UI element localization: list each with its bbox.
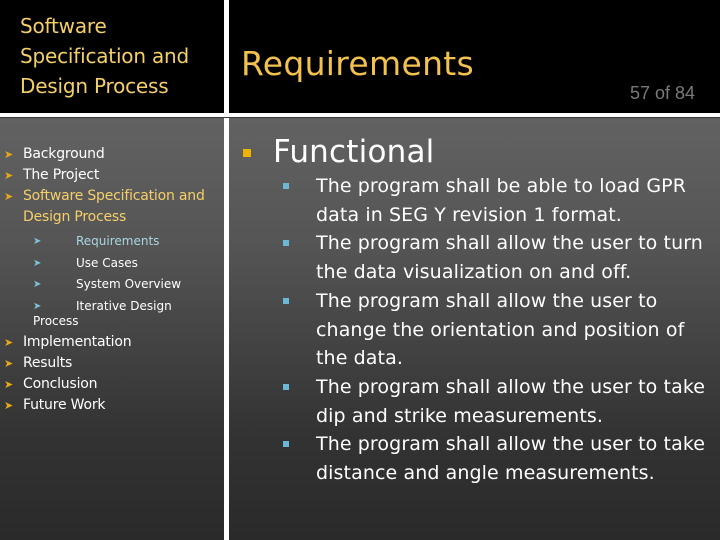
square-bullet-icon xyxy=(283,383,289,390)
arrow-bullet-icon: ➤ xyxy=(4,169,14,182)
square-bullet-icon xyxy=(283,183,289,189)
arrow-bullet-icon: ➤ xyxy=(33,236,42,247)
outline-nav: ➤ Background ➤ The Project ➤ Software Sp… xyxy=(0,144,224,416)
requirement-text: The program shall allow the user to take… xyxy=(316,375,706,427)
requirement-text: The program shall be able to load GPR da… xyxy=(316,175,687,226)
page-indicator: 57 of 84 xyxy=(630,83,696,103)
arrow-bullet-icon: ➤ xyxy=(4,378,14,391)
nav-item-label: The Project xyxy=(23,167,100,183)
nav-item-label: Future Work xyxy=(23,397,106,413)
square-bullet-icon xyxy=(283,441,289,448)
requirement-item: The program shall allow the user to turn… xyxy=(243,229,713,286)
nav-item-software-specification[interactable]: ➤ Software Specification and Design Proc… xyxy=(0,186,224,228)
nav-subitem-label: Requirements xyxy=(76,234,160,248)
square-bullet-icon xyxy=(283,240,289,247)
arrow-bullet-icon: ➤ xyxy=(4,336,14,349)
nav-subitem-label: Iterative Design xyxy=(76,298,172,313)
content-heading: Functional xyxy=(243,132,713,172)
requirement-text: The program shall allow the user to take… xyxy=(316,433,706,485)
square-bullet-icon xyxy=(283,297,289,304)
nav-subitem-requirements[interactable]: ➤ Requirements xyxy=(0,231,224,253)
nav-item-the-project[interactable]: ➤ The Project xyxy=(0,165,224,186)
arrow-bullet-icon: ➤ xyxy=(4,399,14,412)
slide-content: Functional The program shall be able to … xyxy=(243,132,713,488)
arrow-bullet-icon: ➤ xyxy=(33,279,42,290)
nav-item-background[interactable]: ➤ Background xyxy=(0,144,224,165)
nav-subitem-label: Use Cases xyxy=(76,255,138,270)
arrow-bullet-icon: ➤ xyxy=(33,257,42,269)
nav-item-label: Implementation xyxy=(23,334,132,350)
nav-subitem-iterative-design[interactable]: ➤ Iterative Design xyxy=(0,296,224,318)
nav-item-implementation[interactable]: ➤ Implementation xyxy=(0,332,224,353)
section-title: Software Specification and Design Proces… xyxy=(20,14,189,98)
nav-item-label: Software Specification and Design Proces… xyxy=(23,188,205,225)
nav-item-conclusion[interactable]: ➤ Conclusion xyxy=(0,374,224,395)
requirement-text: The program shall allow the user to chan… xyxy=(316,289,685,370)
requirement-item: The program shall allow the user to chan… xyxy=(243,287,713,373)
nav-item-future-work[interactable]: ➤ Future Work xyxy=(0,395,224,416)
requirement-item: The program shall allow the user to take… xyxy=(243,373,713,430)
arrow-bullet-icon: ➤ xyxy=(4,357,14,370)
nav-item-results[interactable]: ➤ Results xyxy=(0,353,224,374)
nav-subitem-label: System Overview xyxy=(76,277,182,291)
nav-subitem-system-overview[interactable]: ➤ System Overview xyxy=(0,274,224,296)
divider-shadow xyxy=(0,117,720,118)
nav-item-label: Background xyxy=(23,146,105,162)
arrow-bullet-icon: ➤ xyxy=(33,300,42,312)
requirement-item: The program shall be able to load GPR da… xyxy=(243,172,713,229)
content-heading-text: Functional xyxy=(273,134,435,170)
arrow-bullet-icon: ➤ xyxy=(4,190,14,203)
square-bullet-icon xyxy=(243,149,251,157)
nav-subitem-use-cases[interactable]: ➤ Use Cases xyxy=(0,253,224,275)
arrow-bullet-icon: ➤ xyxy=(4,148,14,161)
requirement-item: The program shall allow the user to take… xyxy=(243,430,713,487)
slide-title: Requirements xyxy=(241,44,475,83)
requirement-text: The program shall allow the user to turn… xyxy=(316,232,703,284)
vertical-divider xyxy=(224,0,229,540)
nav-item-label: Results xyxy=(23,355,73,371)
nav-item-label: Conclusion xyxy=(23,376,98,392)
requirement-list: The program shall be able to load GPR da… xyxy=(243,172,713,488)
